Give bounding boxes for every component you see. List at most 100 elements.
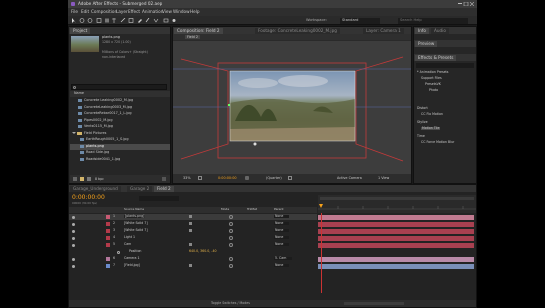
tab-audio[interactable]: Audio [431, 28, 449, 34]
label-color-swatch[interactable] [106, 264, 110, 268]
visibility-eye-icon[interactable] [72, 222, 75, 226]
layer-duration-bar[interactable] [318, 228, 474, 234]
menu-file[interactable]: File [71, 9, 78, 14]
toggle-switches-modes[interactable]: Toggle Switches / Modes [211, 301, 250, 305]
resolution-dropdown[interactable]: (Quarter) [266, 176, 282, 180]
menu-composition[interactable]: Composition [91, 9, 117, 14]
visibility-eye-icon[interactable] [72, 229, 75, 233]
parent-dropdown[interactable]: None [274, 228, 290, 233]
view-layout-dropdown[interactable]: 1 View [378, 176, 389, 180]
layer-row[interactable]: 1 [plants.png] None [69, 214, 317, 220]
layer-duration-bar[interactable] [318, 256, 474, 262]
layer-row[interactable]: 4 Light 1 None [69, 235, 317, 241]
layer-name[interactable]: [Field.jpg] [124, 263, 140, 267]
stopwatch-icon[interactable] [117, 250, 120, 254]
parent-dropdown[interactable]: None [274, 221, 290, 226]
zoom-dropdown[interactable]: 33% [183, 176, 191, 180]
list-item-selected[interactable]: plants.png [70, 143, 170, 150]
visibility-eye-icon[interactable] [72, 264, 75, 268]
source-name-header[interactable]: Source Name [124, 208, 144, 211]
list-item[interactable]: Vents0115_M.jpg [70, 124, 170, 130]
property-row[interactable]: Position 640.0, 360.0, -40 [69, 249, 317, 255]
layer-name[interactable]: Cam [124, 242, 131, 246]
tree-item[interactable]: Time [417, 134, 425, 138]
mode-header[interactable]: Mode [221, 208, 229, 211]
bpc-label[interactable]: 8 bpc [95, 177, 104, 181]
list-item[interactable]: Pipes0002_M.jpg [70, 118, 170, 124]
layer-row[interactable]: 7 [Field.jpg] None [69, 263, 317, 269]
comp-timecode[interactable]: 0:00:00:00 [218, 176, 237, 180]
list-item-folder[interactable]: Field Pictures [70, 131, 170, 137]
trkmat-header[interactable]: TrkMat [247, 208, 257, 211]
comp-breadcrumb[interactable]: Field 2 [185, 35, 201, 40]
parent-dropdown[interactable]: None [274, 235, 290, 240]
switch-icon[interactable] [189, 243, 192, 246]
tree-item[interactable]: CC Force Motion Blur [421, 140, 454, 144]
visibility-eye-icon[interactable] [72, 243, 75, 247]
parent-pickwhip-icon[interactable] [229, 264, 233, 268]
layer-row[interactable]: 3 [White Solid 7] None [69, 228, 317, 234]
visibility-eye-icon[interactable] [72, 215, 75, 219]
layer-duration-bar[interactable] [318, 221, 474, 227]
switch-icon[interactable] [189, 222, 192, 225]
tree-item[interactable]: Stylize [417, 120, 428, 124]
tab-info[interactable]: Info [415, 28, 429, 34]
snapshot-icon[interactable] [245, 176, 249, 180]
expand-triangle-icon[interactable] [72, 132, 76, 134]
switch-icon[interactable] [189, 215, 192, 218]
comp-viewer[interactable] [173, 41, 411, 174]
layer-row[interactable]: 2 [White Solid 7] None [69, 221, 317, 227]
zoom-slider[interactable] [344, 302, 404, 305]
layer-duration-bar[interactable] [318, 263, 474, 269]
tab-field-2[interactable]: Field 2 [154, 186, 174, 192]
layer-duration-bar[interactable] [318, 235, 474, 241]
tree-item[interactable]: Photo [429, 88, 438, 92]
menu-layer[interactable]: Layer [116, 9, 128, 14]
interpret-footage-icon[interactable] [73, 177, 77, 181]
visibility-eye-icon[interactable] [72, 236, 75, 240]
project-search-input[interactable] [71, 84, 167, 90]
window-controls[interactable] [458, 2, 474, 6]
tree-item[interactable]: * Animation Presets [417, 70, 448, 74]
parent-pickwhip-icon[interactable] [229, 257, 233, 261]
layer-name[interactable]: Camera 1 [124, 256, 140, 260]
label-color-swatch[interactable] [106, 222, 110, 226]
parent-pickwhip-icon[interactable] [229, 236, 233, 240]
playhead-icon[interactable] [319, 204, 323, 208]
layer-name[interactable]: [White Solid 7] [124, 221, 148, 225]
list-item[interactable]: ConcreteRebar0017_1_L.jpg [70, 111, 170, 117]
column-name-header[interactable]: Name [74, 91, 84, 95]
parent-dropdown[interactable]: None [274, 263, 290, 268]
label-color-swatch[interactable] [106, 229, 110, 233]
tree-item[interactable]: Distort [417, 106, 428, 110]
grid-icon[interactable] [198, 176, 202, 180]
tree-item[interactable]: CC Flo Motion [421, 112, 443, 116]
label-color-swatch[interactable] [106, 257, 110, 261]
layer-row[interactable]: 5 Cam None [69, 242, 317, 248]
layer-name[interactable]: [plants.png] [124, 214, 146, 219]
layer-row[interactable]: 6 Camera 1 5. Cam [69, 256, 317, 262]
switch-icon[interactable] [189, 264, 192, 267]
view-dropdown[interactable]: Active Camera [337, 176, 362, 180]
parent-pickwhip-icon[interactable] [229, 222, 233, 226]
tab-preview[interactable]: Preview [415, 41, 438, 47]
tab-garage-underground[interactable]: Garage_Underground [70, 186, 121, 192]
time-ruler[interactable] [318, 195, 476, 213]
timeline-search-input[interactable] [139, 196, 179, 201]
parent-header[interactable]: Parent [274, 208, 284, 211]
tree-item[interactable]: PresetsVK [425, 82, 441, 86]
property-value[interactable]: 640.0, 360.0, -40 [189, 249, 217, 253]
menu-animation[interactable]: Animation [142, 9, 163, 14]
parent-dropdown[interactable]: 5. Cam [274, 256, 293, 261]
menu-help[interactable]: Help [190, 9, 200, 14]
parent-pickwhip-icon[interactable] [229, 215, 233, 219]
layer-duration-bar[interactable] [318, 242, 474, 248]
list-item[interactable]: Roadside0041_1.jpg [70, 157, 170, 163]
tree-item[interactable]: Support Files [421, 76, 442, 80]
layer-duration-bar[interactable] [318, 214, 474, 220]
menu-edit[interactable]: Edit [81, 9, 89, 14]
new-comp-icon[interactable] [87, 177, 91, 181]
tab-garage-2[interactable]: Garage 2 [127, 186, 153, 192]
current-time-indicator[interactable] [321, 213, 322, 293]
tab-project[interactable]: Project [70, 28, 91, 34]
